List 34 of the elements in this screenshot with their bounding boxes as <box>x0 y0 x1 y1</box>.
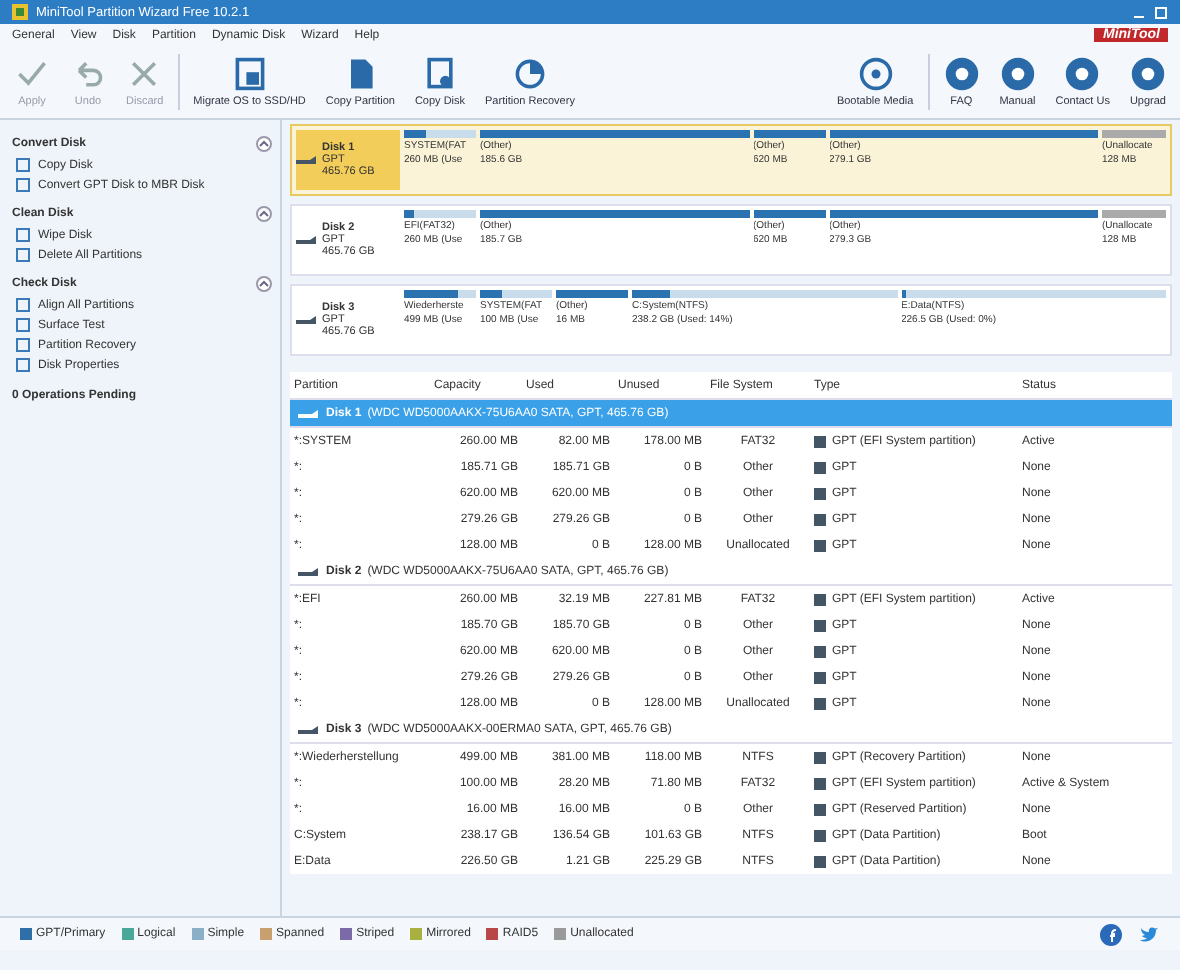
square-icon <box>16 248 30 262</box>
square-icon <box>814 855 826 867</box>
square-icon <box>16 228 30 242</box>
square-icon <box>814 435 826 447</box>
disk-copy-icon <box>231 56 268 92</box>
bird-icon[interactable] <box>1138 923 1160 945</box>
square-icon <box>814 751 826 763</box>
square-icon <box>16 318 30 332</box>
square-icon <box>16 158 30 172</box>
square-icon <box>814 671 826 683</box>
square-icon <box>814 539 826 551</box>
check-icon <box>14 56 50 92</box>
square-icon <box>16 338 30 352</box>
square-icon <box>814 461 826 473</box>
square-icon <box>814 777 826 789</box>
facebook-icon[interactable] <box>1100 923 1122 945</box>
collapse-icon[interactable] <box>256 136 272 152</box>
pie-icon <box>511 56 548 92</box>
collapse-icon[interactable] <box>256 276 272 292</box>
maximize-icon[interactable] <box>1154 5 1168 19</box>
square-icon <box>814 829 826 841</box>
disc-icon <box>857 56 894 92</box>
square-icon <box>16 178 30 192</box>
square-icon <box>814 513 826 525</box>
app-icon <box>12 4 28 20</box>
square-icon <box>814 645 826 657</box>
square-icon <box>16 358 30 372</box>
square-icon <box>16 298 30 312</box>
square-icon <box>814 803 826 815</box>
square-icon <box>814 697 826 709</box>
square-icon <box>814 619 826 631</box>
square-icon <box>814 487 826 499</box>
collapse-icon[interactable] <box>256 206 272 222</box>
square-icon <box>814 593 826 605</box>
